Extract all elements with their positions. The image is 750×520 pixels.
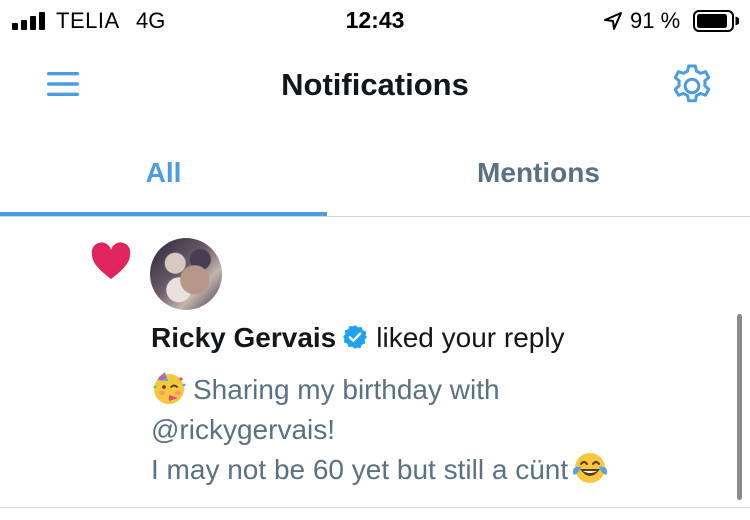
tweet-text: Sharing my birthday with @rickygervais! … [151,370,711,490]
notification-action: liked your reply [376,322,565,353]
tab-mentions[interactable]: Mentions [327,140,750,216]
page-title: Notifications [281,67,469,102]
tab-mentions-label: Mentions [477,157,600,188]
notification-tabs: All Mentions [0,140,750,217]
heart-icon [91,242,131,280]
tweet-line: Sharing my birthday with [151,370,711,410]
status-bar: TELIA 4G 12:43 91 % [0,0,750,44]
tab-selected-indicator [0,212,327,216]
avatar[interactable] [150,238,222,310]
app-header: Notifications [0,48,750,124]
tweet-line: I may not be 60 yet but still a cünt [151,450,711,490]
gear-icon[interactable] [668,62,716,110]
location-arrow-icon [604,12,622,30]
tab-all-label: All [145,157,182,188]
battery-icon [693,10,739,32]
scrollbar[interactable] [737,314,742,500]
tears-of-joy-icon [573,453,608,483]
tweet-line-3: I may not be 60 yet but still a cünt [151,454,569,485]
battery-percent: 91 % [630,8,681,33]
screen: TELIA 4G 12:43 91 % Notifications All Me… [0,0,750,520]
party-face-icon [153,372,186,404]
tweet-line: @rickygervais! [151,410,711,450]
tab-all[interactable]: All [0,140,327,216]
tweet-line-2[interactable]: @rickygervais! [151,414,335,445]
notification-headline: Ricky Gervais liked your reply [151,322,565,362]
notification-item[interactable]: Ricky Gervais liked your reply Sharing m… [0,218,750,508]
user-name[interactable]: Ricky Gervais [151,322,336,353]
verified-badge-icon [343,325,368,349]
tweet-line-1: Sharing my birthday with [193,374,500,405]
